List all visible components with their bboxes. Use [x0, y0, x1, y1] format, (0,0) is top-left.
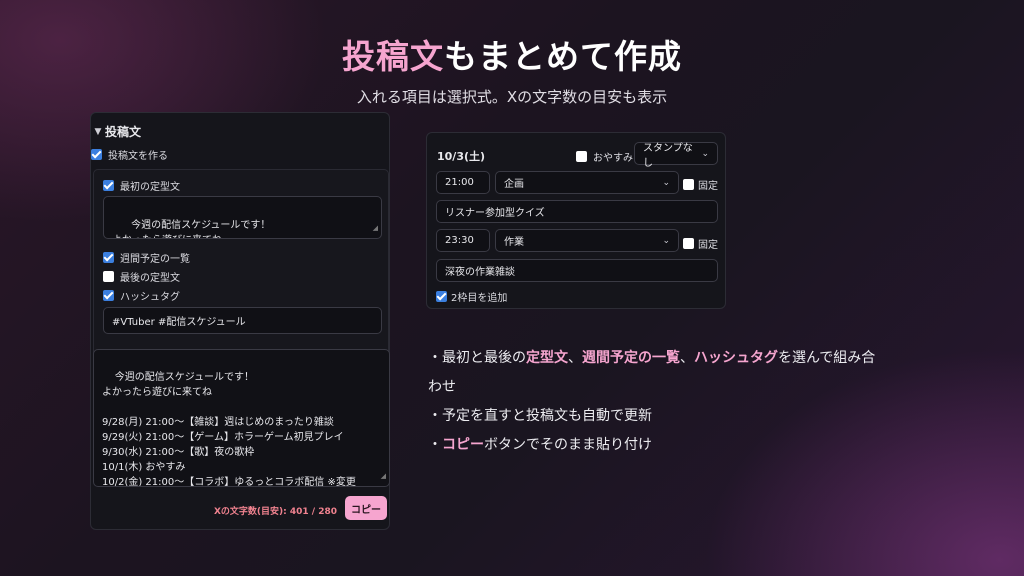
schedule-day-card: 10/3(土) おやすみ スタンプなし ⌄ 21:00 企画 ⌄ 固定 リスナー… — [426, 132, 726, 309]
stamp-select[interactable]: スタンプなし ⌄ — [634, 142, 718, 169]
slot2-title-input[interactable]: 深夜の作業雑談 — [436, 259, 718, 282]
collapse-triangle-icon[interactable]: ▼ — [91, 127, 105, 137]
post-section-header[interactable]: ▼ 投稿文 — [91, 123, 141, 140]
first-template-textarea[interactable]: 今週の配信スケジュールです！ よかったら遊びに来てね ◢ — [103, 196, 382, 239]
make-post-label: 投稿文を作る — [108, 151, 168, 162]
rest-checkbox[interactable] — [576, 151, 587, 162]
chevron-down-icon: ⌄ — [662, 177, 670, 188]
bullet-3-highlight-copy: コピー — [442, 437, 484, 453]
bullet-3-text: ボタンでそのまま貼り付け — [484, 437, 652, 453]
slot1-time-input[interactable]: 21:00 — [436, 171, 490, 194]
hashtag-input[interactable]: #VTuber #配信スケジュール — [103, 307, 382, 334]
post-output-text: 今週の配信スケジュールです！ よかったら遊びに来てね 9/28(月) 21:00… — [102, 372, 356, 487]
bullet-1-sep: 、 — [568, 350, 582, 366]
slot2-time-input[interactable]: 23:30 — [436, 229, 490, 252]
bullet-1-sep: 、 — [680, 350, 694, 366]
last-template-checkbox[interactable] — [103, 271, 114, 282]
bullet-3: ・コピーボタンでそのまま貼り付け — [428, 431, 948, 460]
bullet-3-dot: ・ — [428, 437, 442, 453]
slot2-fixed-option[interactable]: 固定 — [683, 236, 718, 251]
copy-button[interactable]: コピー — [345, 496, 387, 520]
bullet-2: ・予定を直すと投稿文も自動で更新 — [428, 408, 652, 424]
char-count: Xの文字数(目安): 401 / 280 — [213, 507, 337, 517]
slot2-fixed-label: 固定 — [698, 240, 718, 251]
stamp-select-value: スタンプなし — [643, 142, 693, 169]
chevron-down-icon: ⌄ — [701, 148, 709, 159]
bullet-1-highlight-hashtag: ハッシュタグ — [694, 350, 778, 366]
title-highlight: 投稿文 — [342, 37, 444, 76]
slot2-category-value: 作業 — [504, 237, 524, 248]
slot1-fixed-checkbox[interactable] — [683, 179, 694, 190]
hashtag-label: ハッシュタグ — [120, 292, 180, 303]
slot2-category-select[interactable]: 作業 ⌄ — [495, 229, 679, 252]
add-slot-checkbox[interactable] — [436, 291, 447, 302]
rest-option[interactable]: おやすみ — [576, 149, 633, 164]
section-title: 投稿文 — [105, 125, 142, 139]
slot1-fixed-label: 固定 — [698, 181, 718, 192]
weekly-list-label: 週間予定の一覧 — [120, 254, 190, 265]
add-slot-label: 2枠目を追加 — [451, 293, 508, 304]
slot1-category-select[interactable]: 企画 ⌄ — [495, 171, 679, 194]
feature-bullets: ・最初と最後の定型文、週間予定の一覧、ハッシュタグを選んで組み合 わせ ・予定を… — [428, 344, 948, 460]
slide-title: 投稿文もまとめて作成 — [0, 30, 1024, 78]
bullet-1-highlight-template: 定型文 — [526, 350, 568, 366]
slot1-title-input[interactable]: リスナー参加型クイズ — [436, 200, 718, 223]
resize-grip-icon[interactable]: ◢ — [373, 221, 378, 236]
first-template-label: 最初の定型文 — [120, 182, 180, 193]
hashtag-checkbox[interactable] — [103, 290, 114, 301]
bullet-1-highlight-weekly: 週間予定の一覧 — [582, 350, 680, 366]
first-template-text: 今週の配信スケジュールです！ よかったら遊びに来てね — [112, 220, 271, 238]
bullet-1-text-end: を選んで組み合 — [778, 350, 876, 366]
resize-grip-icon[interactable]: ◢ — [381, 469, 386, 484]
add-slot-option[interactable]: 2枠目を追加 — [436, 289, 507, 304]
make-post-checkbox[interactable] — [91, 149, 102, 160]
slot1-category-value: 企画 — [504, 179, 524, 190]
bullet-1-text: ・最初と最後の — [428, 350, 526, 366]
weekly-list-checkbox[interactable] — [103, 252, 114, 263]
bullet-1-wrap: わせ — [428, 379, 456, 395]
hashtag-option[interactable]: ハッシュタグ — [103, 288, 180, 303]
title-rest: もまとめて作成 — [444, 37, 682, 76]
day-date: 10/3(土) — [437, 150, 486, 163]
make-post-option[interactable]: 投稿文を作る — [91, 147, 168, 162]
last-template-label: 最後の定型文 — [120, 273, 180, 284]
slot2-fixed-checkbox[interactable] — [683, 238, 694, 249]
weekly-list-option[interactable]: 週間予定の一覧 — [103, 250, 190, 265]
post-panel: ▼ 投稿文 投稿文を作る 最初の定型文 今週の配信スケジュールです！ よかったら… — [90, 112, 390, 530]
bullet-1: ・最初と最後の定型文、週間予定の一覧、ハッシュタグを選んで組み合 — [428, 344, 948, 373]
chevron-down-icon: ⌄ — [662, 235, 670, 246]
slot1-fixed-option[interactable]: 固定 — [683, 177, 718, 192]
post-output-textarea[interactable]: 今週の配信スケジュールです！ よかったら遊びに来てね 9/28(月) 21:00… — [93, 349, 390, 487]
first-template-option[interactable]: 最初の定型文 — [103, 178, 180, 193]
rest-label: おやすみ — [593, 153, 633, 164]
slide-subtitle: 入れる項目は選択式。Xの文字数の目安も表示 — [356, 88, 668, 106]
last-template-option[interactable]: 最後の定型文 — [103, 269, 180, 284]
first-template-checkbox[interactable] — [103, 180, 114, 191]
